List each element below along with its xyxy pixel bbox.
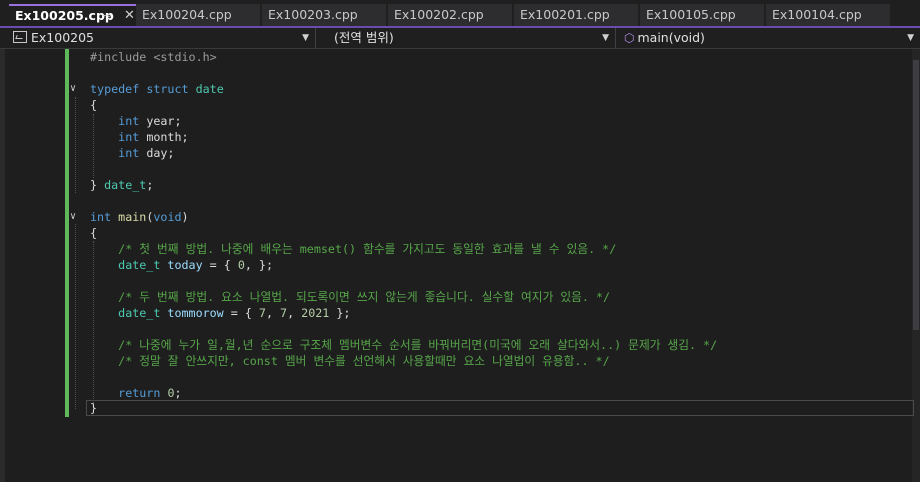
brace: { <box>90 98 98 112</box>
keyword: void <box>153 210 182 224</box>
punctuation: ; <box>174 386 182 400</box>
type-name: date_t <box>118 306 161 320</box>
collapse-icon[interactable]: ∨ <box>70 81 76 97</box>
tab-ex100201[interactable]: Ex100201.cpp <box>514 4 638 26</box>
chevron-down-icon: ▼ <box>302 33 309 43</box>
punctuation: , <box>265 306 281 320</box>
tab-ex100105[interactable]: Ex100105.cpp <box>640 4 764 26</box>
tab-ex100204[interactable]: Ex100204.cpp <box>136 4 260 26</box>
number-literal: 7 <box>258 306 266 320</box>
tab-ex100104[interactable]: Ex100104.cpp <box>766 4 890 26</box>
code-line: #include <stdio.h> <box>0 49 910 65</box>
brace: } <box>90 178 105 192</box>
code-line: return 0; <box>0 385 910 401</box>
project-icon <box>13 31 27 43</box>
comment: /* 정말 잘 안쓰지만, const 멤버 변수를 선언해서 사용할때만 요소… <box>118 354 610 368</box>
code-line: } date_t; <box>0 177 910 193</box>
type-name: date <box>195 82 224 96</box>
current-line-highlight[interactable]: } <box>86 400 914 416</box>
pin-icon[interactable]: ⊸ <box>102 6 111 26</box>
tab-label: Ex100104.cpp <box>772 7 862 22</box>
scope-label: (전역 범위) <box>334 30 394 45</box>
keyword: int <box>118 146 140 160</box>
number-literal: 2021 <box>301 306 330 320</box>
code-line: date_t today = { 0, }; <box>0 257 910 273</box>
comment: /* 두 번째 방법. 요소 나열법. 되도록이면 쓰지 않는게 좋습니다. 실… <box>118 290 611 304</box>
type-name: date_t <box>118 258 161 272</box>
project-dropdown[interactable]: Ex100205 ▼ <box>0 28 316 48</box>
code-line: /* 정말 잘 안쓰지만, const 멤버 변수를 선언해서 사용할때만 요소… <box>0 353 910 369</box>
brace: { <box>90 226 98 240</box>
variable-name: tommorow <box>160 306 224 320</box>
code-line: int day; <box>0 145 910 161</box>
member-dropdown[interactable]: ⬡ main(void) ▼ <box>616 28 920 48</box>
scope-dropdown[interactable]: (전역 범위) ▼ <box>316 28 616 48</box>
punctuation: ; <box>146 178 154 192</box>
tab-label: Ex100203.cpp <box>268 7 358 22</box>
type-name: date_t <box>104 178 147 192</box>
variable-name: today <box>160 258 203 272</box>
tab-ex100203[interactable]: Ex100203.cpp <box>262 4 386 26</box>
punctuation: = { <box>202 258 238 272</box>
tab-label: Ex100105.cpp <box>646 7 736 22</box>
punctuation: , <box>287 306 302 320</box>
keyword: return <box>118 386 161 400</box>
punctuation: , }; <box>244 258 274 272</box>
project-label: Ex100205 <box>31 30 95 45</box>
chevron-down-icon: ▼ <box>907 33 914 43</box>
navigation-bar: Ex100205 ▼ (전역 범위) ▼ ⬡ main(void) ▼ <box>0 28 920 49</box>
member-label: main(void) <box>637 30 705 45</box>
scrollbar-thumb[interactable] <box>913 60 919 330</box>
tab-ex100205[interactable]: Ex100205.cpp ⊸ ✕ <box>9 4 136 26</box>
keyword: int <box>90 210 112 224</box>
tab-ex100202[interactable]: Ex100202.cpp <box>388 4 512 26</box>
punctuation: = { <box>223 306 259 320</box>
code-line: ∨ int main(void) <box>0 209 910 225</box>
keyword: int <box>118 114 140 128</box>
cube-icon: ⬡ <box>624 31 635 45</box>
keyword: struct <box>146 82 189 96</box>
code-line: { <box>0 225 910 241</box>
preprocessor-directive: #include <box>90 50 154 64</box>
code-line: date_t tommorow = { 7, 7, 2021 }; <box>0 305 910 321</box>
member-declaration: day; <box>139 146 175 160</box>
close-icon[interactable]: ✕ <box>124 6 135 26</box>
code-line: int month; <box>0 129 910 145</box>
comment: /* 첫 번째 방법. 나중에 배우는 memset() 함수를 가지고도 동일… <box>118 242 617 256</box>
collapse-icon[interactable]: ∨ <box>70 209 76 225</box>
code-line: /* 두 번째 방법. 요소 나열법. 되도록이면 쓰지 않는게 좋습니다. 실… <box>0 289 910 305</box>
number-literal: 0 <box>237 258 245 272</box>
member-declaration: year; <box>139 114 182 128</box>
function-name: main <box>118 210 147 224</box>
tab-strip: Ex100205.cpp ⊸ ✕ Ex100204.cpp Ex100203.c… <box>0 0 920 28</box>
punctuation: }; <box>329 306 351 320</box>
include-path: <stdio.h> <box>153 50 217 64</box>
code-line: /* 첫 번째 방법. 나중에 배우는 memset() 함수를 가지고도 동일… <box>0 241 910 257</box>
brace: } <box>90 401 98 415</box>
tab-label: Ex100202.cpp <box>394 7 484 22</box>
code-line: int year; <box>0 113 910 129</box>
tab-label: Ex100204.cpp <box>142 7 232 22</box>
tab-label: Ex100205.cpp <box>15 8 114 23</box>
member-declaration: month; <box>139 130 189 144</box>
keyword: typedef <box>90 82 140 96</box>
punctuation: ) <box>181 210 189 224</box>
comment: /* 나중에 누가 일,월,년 순으로 구조체 멤버변수 순서를 바꿔버리면(미… <box>118 338 718 352</box>
keyword: int <box>118 130 140 144</box>
code-line: { <box>0 97 910 113</box>
code-line: ∨ typedef struct date <box>0 81 910 97</box>
chevron-down-icon: ▼ <box>602 33 609 43</box>
tab-label: Ex100201.cpp <box>520 7 610 22</box>
code-line: /* 나중에 누가 일,월,년 순으로 구조체 멤버변수 순서를 바꿔버리면(미… <box>0 337 910 353</box>
